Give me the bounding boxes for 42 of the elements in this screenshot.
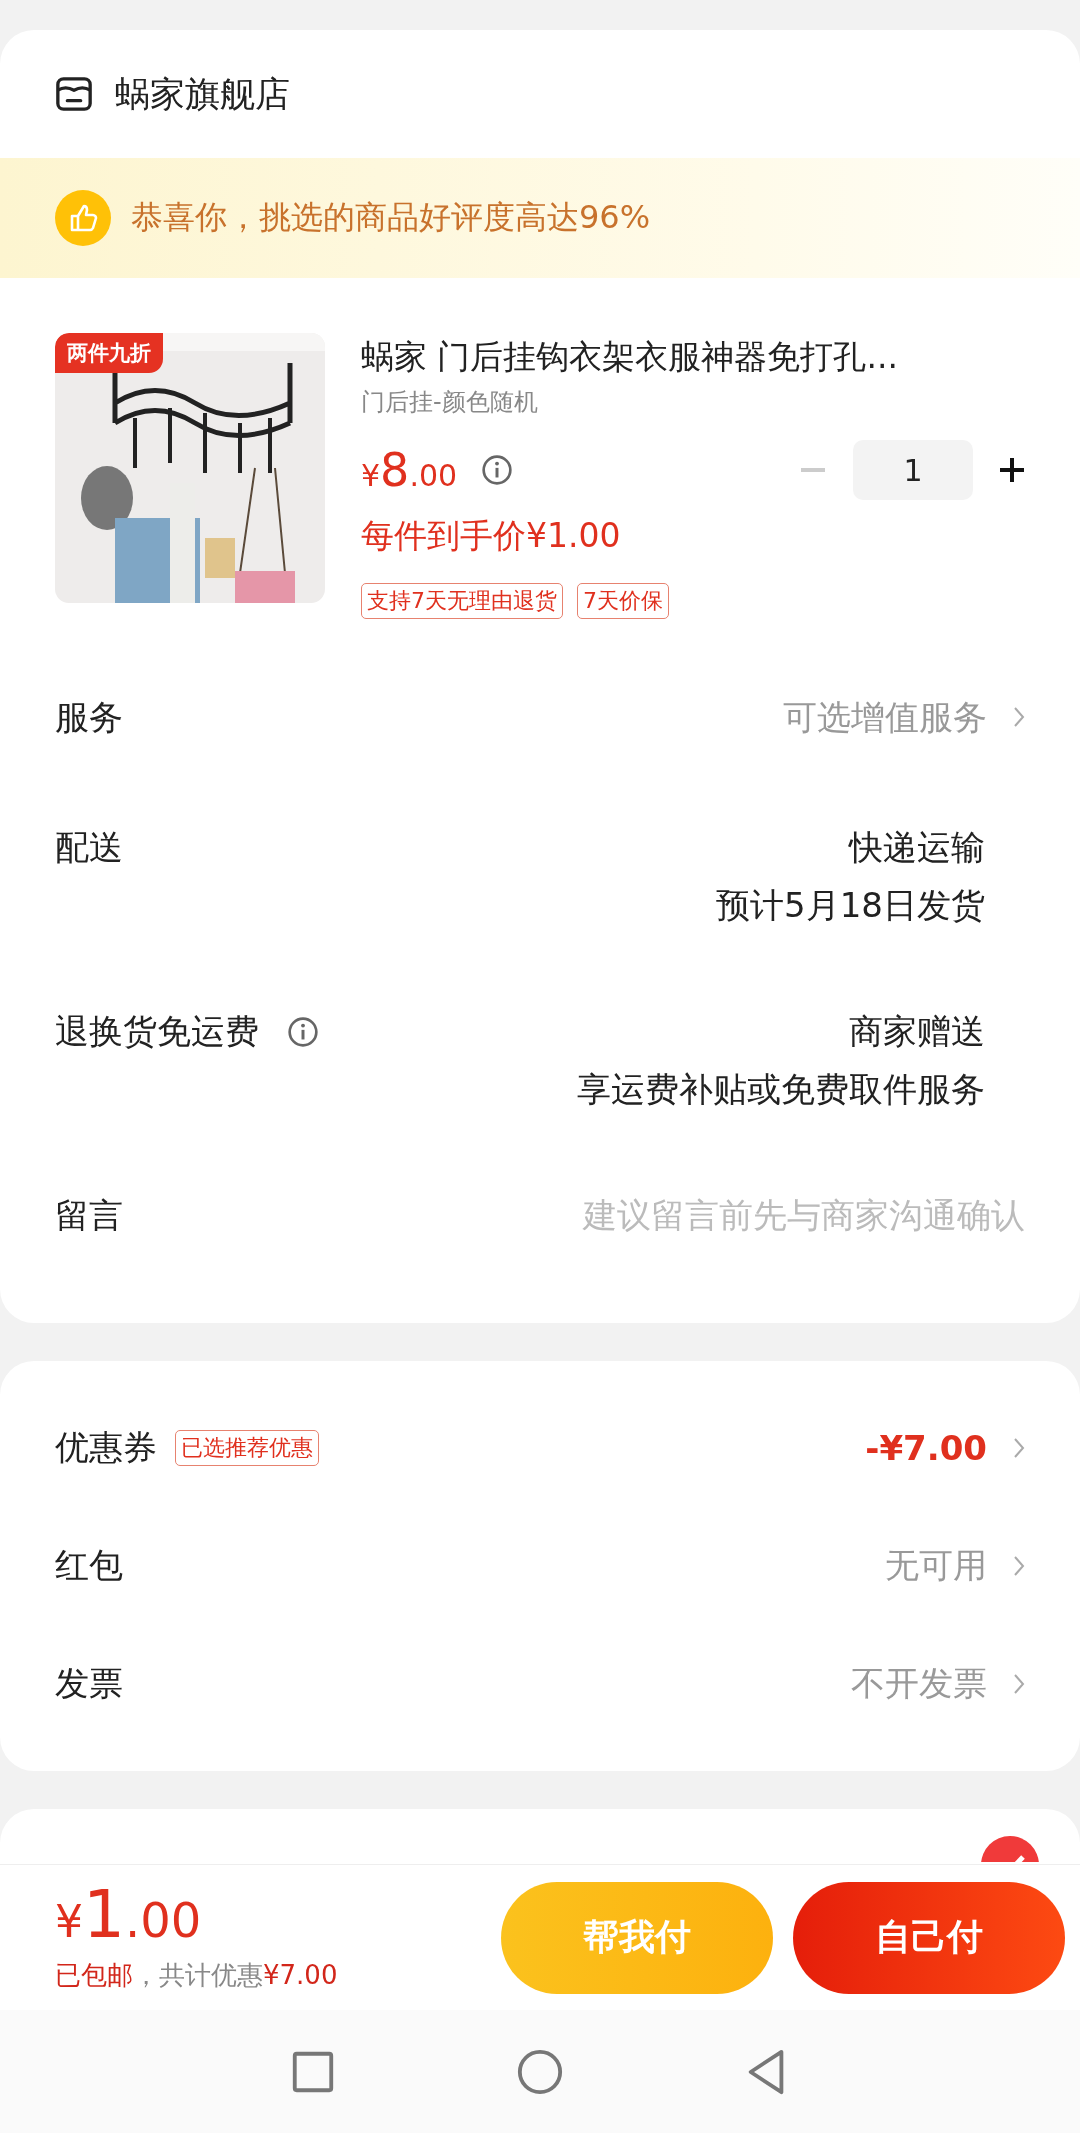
product-price: ¥8.00 [361, 443, 458, 497]
chevron-right-icon[interactable] [1013, 1554, 1025, 1578]
chevron-right-icon[interactable] [1013, 705, 1025, 729]
row-value[interactable]: 不开发票 [851, 1661, 987, 1707]
pay-button[interactable]: 自己付 [793, 1881, 1065, 1994]
info-icon[interactable] [287, 1016, 319, 1048]
savings-text: 已包邮，共计优惠¥7.00 [55, 1959, 338, 1992]
unit-price: 每件到手价¥1.00 [361, 515, 622, 557]
row-value[interactable]: 无可用 [885, 1543, 987, 1589]
checkbox[interactable] [980, 1835, 1040, 1862]
row-value: 商家赠送 [849, 1010, 985, 1053]
store-name[interactable]: 蜗家旗舰店 [115, 70, 290, 118]
row-label: 红包 [55, 1544, 123, 1587]
service-tag: 7天价保 [577, 583, 669, 619]
total-price: ¥1.00 [55, 1882, 203, 1948]
row-value: 享运费补贴或免费取件服务 [577, 1068, 985, 1111]
chevron-right-icon[interactable] [1013, 1436, 1025, 1460]
coupon-tag: 已选推荐优惠 [175, 1430, 319, 1466]
plus-icon [997, 455, 1027, 485]
row-label: 发票 [55, 1662, 123, 1705]
product-title[interactable]: 蜗家 门后挂钩衣架衣服神器免打孔... [361, 335, 1025, 380]
row-value[interactable]: -¥7.00 [865, 1428, 987, 1468]
service-tag: 支持7天无理由退货 [361, 583, 563, 619]
row-value: 预计5月18日发货 [716, 884, 985, 927]
info-icon[interactable] [481, 454, 514, 486]
quantity-field[interactable]: 1 [853, 440, 973, 500]
minus-icon [799, 468, 827, 472]
thumbs-up-icon [55, 190, 111, 246]
row-label: 服务 [55, 696, 123, 739]
row-label: 配送 [55, 826, 123, 869]
store-icon [55, 75, 93, 113]
row-label: 退换货免运费 [55, 1010, 259, 1053]
row-label: 留言 [55, 1194, 123, 1237]
discount-badge: 两件九折 [55, 333, 163, 373]
home-icon[interactable] [516, 2047, 564, 2096]
message-field[interactable]: 建议留言前先与商家沟通确认 [583, 1193, 1025, 1239]
row-label: 优惠券 [55, 1426, 157, 1469]
row-value: 快递运输 [849, 826, 985, 869]
banner-text: 恭喜你，挑选的商品好评度高达96% [131, 197, 651, 238]
chevron-right-icon[interactable] [1013, 1672, 1025, 1696]
row-value[interactable]: 可选增值服务 [783, 695, 987, 741]
product-variant[interactable]: 门后挂-颜色随机 [361, 386, 1025, 418]
